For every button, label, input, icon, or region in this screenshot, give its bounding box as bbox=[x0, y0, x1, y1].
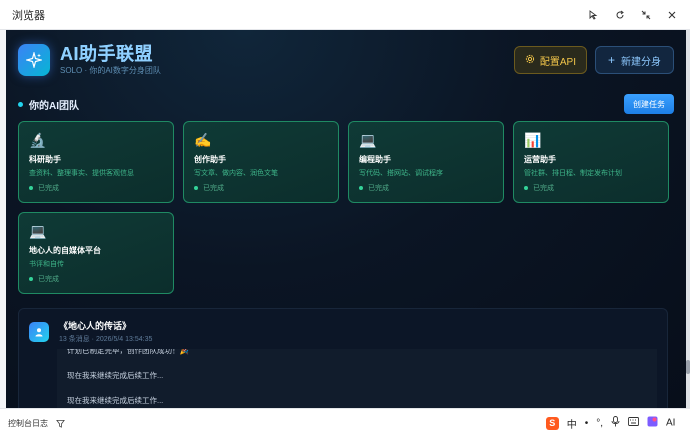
conversation-subtitle: 13 条消息 · 2026/5/4 13:54:35 bbox=[59, 336, 153, 343]
agent-card-writing[interactable]: ✍️ 创作助手 写文章、做内容、润色文笔 已完成 bbox=[183, 121, 339, 203]
config-api-label: 配置API bbox=[539, 56, 576, 68]
new-clone-label: 新建分身 bbox=[621, 56, 661, 68]
browser-titlebar: 浏览器 bbox=[0, 0, 690, 30]
agent-name: 科研助手 bbox=[29, 155, 61, 164]
gear-icon bbox=[525, 54, 535, 67]
ai-assistant-icon[interactable]: AI bbox=[666, 416, 678, 430]
agent-name: 运营助手 bbox=[524, 155, 556, 164]
config-api-button[interactable]: 配置API bbox=[513, 46, 587, 74]
brand: AI助手联盟 SOLO · 你的AI数字分身团队 bbox=[60, 44, 161, 76]
status-text: 已完成 bbox=[533, 185, 554, 192]
status-dot bbox=[29, 277, 33, 281]
message: 计划已制定完毕，创作团队成功！🎉 bbox=[67, 349, 189, 355]
keyboard-icon[interactable] bbox=[628, 417, 639, 429]
status-text: 已完成 bbox=[38, 276, 59, 283]
bar-chart-icon: 📊 bbox=[524, 132, 542, 148]
agent-name: 地心人的自媒体平台 bbox=[29, 246, 101, 255]
team-section-header: 你的AI团队 创建任务 bbox=[18, 94, 674, 114]
status-text: 已完成 bbox=[368, 185, 389, 192]
laptop-icon: 💻 bbox=[359, 132, 377, 148]
console-log-tab[interactable]: 控制台日志 bbox=[8, 418, 48, 429]
status-text: 已完成 bbox=[203, 185, 224, 192]
section-bullet bbox=[18, 101, 23, 107]
conversation-meta: 《地心人的传话》 13 条消息 · 2026/5/4 13:54:35 bbox=[59, 319, 152, 344]
refresh-icon[interactable] bbox=[614, 9, 626, 21]
conversation-title: 《地心人的传话》 bbox=[59, 321, 132, 331]
microscope-icon: 🔬 bbox=[29, 132, 47, 148]
agent-name: 编程助手 bbox=[359, 155, 391, 164]
brand-title: AI助手联盟 bbox=[60, 44, 161, 64]
filter-icon[interactable] bbox=[56, 418, 66, 428]
agent-desc: 查资料、整理事实、提供客观信息 bbox=[29, 170, 134, 177]
agent-desc: 写文章、做内容、润色文笔 bbox=[194, 170, 278, 177]
microphone-icon[interactable] bbox=[611, 416, 620, 430]
ime-language[interactable]: 中 bbox=[567, 416, 577, 431]
agent-status: 已完成 bbox=[29, 274, 59, 284]
agent-status: 已完成 bbox=[29, 183, 59, 193]
conversation-header: 《地心人的传话》 13 条消息 · 2026/5/4 13:54:35 bbox=[29, 319, 152, 344]
new-clone-button[interactable]: + 新建分身 bbox=[594, 46, 674, 74]
skin-icon[interactable] bbox=[647, 416, 658, 430]
agent-card-coding[interactable]: 💻 编程助手 写代码、搭网站、调试程序 已完成 bbox=[348, 121, 504, 203]
status-text: 已完成 bbox=[38, 185, 59, 192]
app-header: AI助手联盟 SOLO · 你的AI数字分身团队 配置API + 新建分身 bbox=[18, 42, 674, 78]
team-title: 你的AI团队 bbox=[29, 100, 79, 112]
devtools-bar: 控制台日志 S 中 • °, AI bbox=[0, 408, 690, 437]
message: 现在我来继续完成后续工作... bbox=[67, 396, 164, 405]
user-avatar-icon bbox=[29, 321, 49, 342]
titlebar-tools bbox=[588, 9, 678, 21]
pointer-icon[interactable] bbox=[588, 9, 600, 21]
scrollbar-thumb[interactable] bbox=[686, 360, 690, 374]
agent-card-media-platform[interactable]: 💻 地心人的自媒体平台 书评和自传 已完成 bbox=[18, 212, 174, 294]
ime-punctuation[interactable]: °, bbox=[596, 418, 603, 429]
agent-status: 已完成 bbox=[194, 183, 224, 193]
browser-title: 浏览器 bbox=[12, 9, 45, 22]
status-dot bbox=[359, 186, 363, 190]
browser-window: 浏览器 AI助手联盟 SOLO · 你的AI数字分身团队 配置API + 新建分… bbox=[0, 0, 690, 437]
agent-card-operations[interactable]: 📊 运营助手 管社群、排日程、制定发布计划 已完成 bbox=[513, 121, 669, 203]
ime-toolbar: S 中 • °, AI bbox=[541, 413, 682, 433]
status-dot bbox=[194, 186, 198, 190]
header-actions: 配置API + 新建分身 bbox=[513, 46, 674, 74]
collapse-icon[interactable] bbox=[640, 9, 652, 21]
svg-text:AI: AI bbox=[666, 418, 675, 428]
laptop-icon: 💻 bbox=[29, 223, 47, 239]
agent-card-research[interactable]: 🔬 科研助手 查资料、整理事实、提供客观信息 已完成 bbox=[18, 121, 174, 203]
plus-icon: + bbox=[607, 53, 615, 67]
page-scrollbar[interactable] bbox=[686, 30, 690, 408]
agent-status: 已完成 bbox=[524, 183, 554, 193]
create-task-button[interactable]: 创建任务 bbox=[624, 94, 674, 114]
agent-status: 已完成 bbox=[359, 183, 389, 193]
status-dot bbox=[524, 186, 528, 190]
message: 现在我来继续完成后续工作... bbox=[67, 371, 164, 380]
status-dot bbox=[29, 186, 33, 190]
sogou-ime-icon[interactable]: S bbox=[545, 416, 559, 430]
app-viewport: AI助手联盟 SOLO · 你的AI数字分身团队 配置API + 新建分身 你的… bbox=[6, 30, 686, 408]
agent-name: 创作助手 bbox=[194, 155, 226, 164]
agent-desc: 书评和自传 bbox=[29, 261, 64, 268]
conversation-messages[interactable]: 计划已制定完毕，创作团队成功！🎉 现在我来继续完成后续工作... 现在我来继续完… bbox=[57, 349, 657, 408]
ime-halfwidth[interactable]: • bbox=[585, 418, 589, 429]
writing-hand-icon: ✍️ bbox=[194, 132, 212, 148]
brand-subtitle: SOLO · 你的AI数字分身团队 bbox=[60, 66, 161, 75]
sparkle-logo-icon bbox=[18, 44, 50, 76]
conversation-panel: 《地心人的传话》 13 条消息 · 2026/5/4 13:54:35 计划已制… bbox=[18, 308, 668, 408]
agent-desc: 写代码、搭网站、调试程序 bbox=[359, 170, 443, 177]
close-icon[interactable] bbox=[666, 9, 678, 21]
agent-desc: 管社群、排日程、制定发布计划 bbox=[524, 170, 622, 177]
